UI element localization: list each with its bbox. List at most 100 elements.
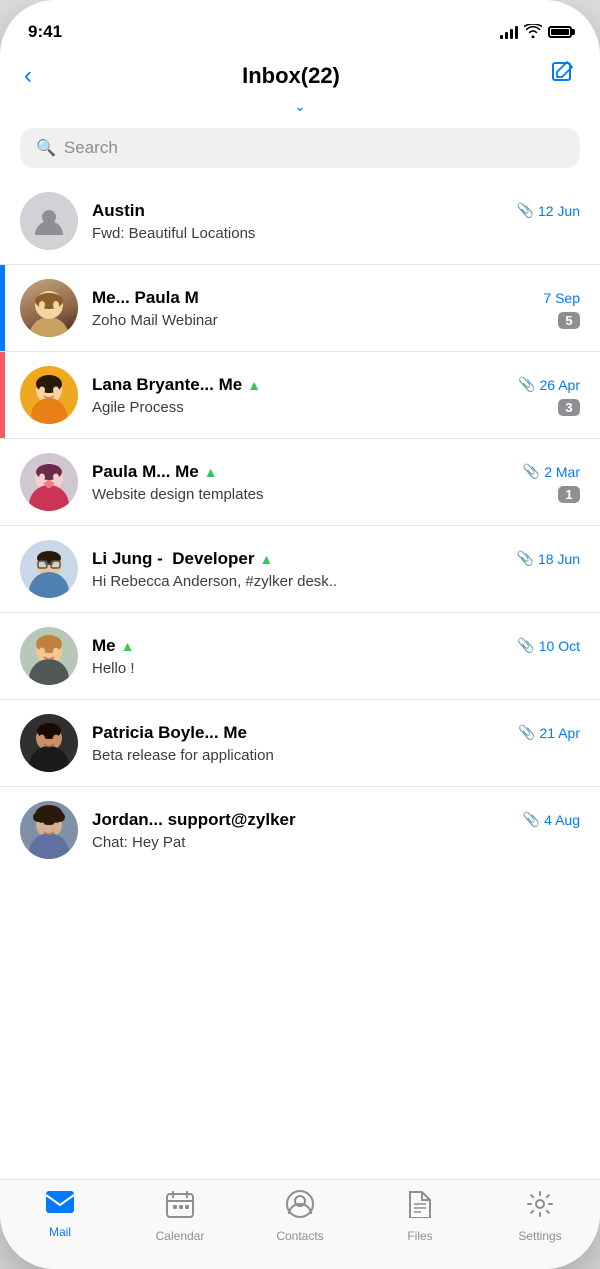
email-subject: Hello ! (92, 660, 580, 677)
email-meta: 📎 18 Jun (517, 550, 580, 567)
bottom-nav: Mail Calendar (0, 1179, 600, 1269)
email-date: 21 Apr (540, 725, 580, 741)
avatar (20, 714, 78, 772)
list-item[interactable]: Li Jung - Developer ▲ 📎 18 Jun Hi Rebecc… (0, 526, 600, 613)
email-subject: Beta release for application (92, 747, 580, 764)
signal-bar-1 (500, 35, 503, 39)
status-time: 9:41 (28, 22, 62, 42)
email-date: 26 Apr (540, 377, 580, 393)
nav-item-settings[interactable]: Settings (480, 1190, 600, 1243)
email-sender: Paula M... Me ▲ (92, 462, 218, 482)
wifi-icon (524, 24, 542, 41)
email-sender: Me ▲ (92, 636, 134, 656)
flag-icon: ▲ (204, 464, 218, 480)
email-count-badge: 3 (558, 399, 580, 416)
email-subject: Website design templates (92, 486, 263, 503)
email-subject: Agile Process (92, 399, 184, 416)
list-item[interactable]: Me... Paula M 7 Sep Zoho Mail Webinar 5 (0, 265, 600, 352)
email-content: Li Jung - Developer ▲ 📎 18 Jun Hi Rebecc… (92, 549, 580, 590)
nav-item-contacts[interactable]: Contacts (240, 1190, 360, 1243)
main-content: ‹ Inbox(22) ⌄ 🔍 Search (0, 50, 600, 1179)
email-top-row: Me... Paula M 7 Sep (92, 288, 580, 308)
email-subject: Chat: Hey Pat (92, 834, 580, 851)
email-date: 4 Aug (544, 812, 580, 828)
calendar-icon (166, 1190, 194, 1225)
status-bar: 9:41 (0, 0, 600, 50)
attachment-icon: 📎 (517, 637, 534, 654)
email-subject: Zoho Mail Webinar (92, 312, 218, 329)
email-list: Austin 📎 12 Jun Fwd: Beautiful Locations (0, 178, 600, 873)
email-content: Me ▲ 📎 10 Oct Hello ! (92, 636, 580, 677)
inbox-title: Inbox(22) (242, 63, 340, 89)
settings-icon (526, 1190, 554, 1225)
status-icons (500, 24, 572, 41)
nav-label-contacts: Contacts (276, 1229, 323, 1243)
email-sender: Li Jung - Developer ▲ (92, 549, 273, 569)
signal-bar-2 (505, 32, 508, 39)
list-item[interactable]: Lana Bryante... Me ▲ 📎 26 Apr Agile Proc… (0, 352, 600, 439)
email-meta: 7 Sep (543, 290, 580, 306)
attachment-icon: 📎 (523, 463, 540, 480)
avatar (20, 279, 78, 337)
phone-frame: 9:41 ‹ In (0, 0, 600, 1269)
list-item[interactable]: Me ▲ 📎 10 Oct Hello ! (0, 613, 600, 700)
battery-fill (551, 29, 569, 35)
email-date: 2 Mar (544, 464, 580, 480)
email-content: Me... Paula M 7 Sep Zoho Mail Webinar 5 (92, 288, 580, 329)
compose-button[interactable] (550, 60, 576, 92)
list-item[interactable]: Jordan... support@zylker 📎 4 Aug Chat: H… (0, 787, 600, 873)
list-item[interactable]: Patricia Boyle... Me 📎 21 Apr Beta relea… (0, 700, 600, 787)
search-input[interactable]: Search (64, 138, 118, 158)
list-item[interactable]: Paula M... Me ▲ 📎 2 Mar Website design t… (0, 439, 600, 526)
email-meta: 📎 2 Mar (523, 463, 580, 480)
attachment-icon: 📎 (518, 376, 535, 393)
search-icon: 🔍 (36, 138, 56, 158)
attachment-icon: 📎 (523, 811, 540, 828)
email-top-row: Paula M... Me ▲ 📎 2 Mar (92, 462, 580, 482)
back-button[interactable]: ‹ (24, 62, 32, 90)
email-meta: 📎 10 Oct (517, 637, 580, 654)
attachment-icon: 📎 (517, 202, 534, 219)
email-date: 18 Jun (538, 551, 580, 567)
unread-accent (0, 352, 5, 438)
email-top-row: Jordan... support@zylker 📎 4 Aug (92, 810, 580, 830)
flag-icon: ▲ (121, 638, 135, 654)
email-subject: Fwd: Beautiful Locations (92, 225, 580, 242)
email-content: Patricia Boyle... Me 📎 21 Apr Beta relea… (92, 723, 580, 764)
email-content: Austin 📎 12 Jun Fwd: Beautiful Locations (92, 201, 580, 242)
avatar (20, 453, 78, 511)
header-chevron[interactable]: ⌄ (0, 98, 600, 122)
nav-label-files: Files (407, 1229, 432, 1243)
email-top-row: Austin 📎 12 Jun (92, 201, 580, 221)
email-meta: 📎 21 Apr (518, 724, 580, 741)
email-sender: Lana Bryante... Me ▲ (92, 375, 261, 395)
avatar (20, 192, 78, 250)
avatar (20, 366, 78, 424)
email-sender: Austin (92, 201, 145, 221)
nav-label-settings: Settings (518, 1229, 561, 1243)
signal-bars-icon (500, 25, 518, 39)
contacts-icon (286, 1190, 314, 1225)
email-meta: 📎 26 Apr (518, 376, 580, 393)
list-item[interactable]: Austin 📎 12 Jun Fwd: Beautiful Locations (0, 178, 600, 265)
attachment-icon: 📎 (517, 550, 534, 567)
email-content: Lana Bryante... Me ▲ 📎 26 Apr Agile Proc… (92, 375, 580, 416)
nav-item-calendar[interactable]: Calendar (120, 1190, 240, 1243)
search-bar[interactable]: 🔍 Search (20, 128, 580, 168)
email-sender: Jordan... support@zylker (92, 810, 296, 830)
email-date: 12 Jun (538, 203, 580, 219)
nav-item-files[interactable]: Files (360, 1190, 480, 1243)
email-top-row: Li Jung - Developer ▲ 📎 18 Jun (92, 549, 580, 569)
search-bar-container: 🔍 Search (0, 122, 600, 178)
email-sender: Me... Paula M (92, 288, 199, 308)
signal-bar-4 (515, 26, 518, 39)
unread-accent (0, 265, 5, 351)
flag-icon: ▲ (247, 377, 261, 393)
nav-label-calendar: Calendar (156, 1229, 205, 1243)
nav-item-mail[interactable]: Mail (0, 1190, 120, 1239)
email-meta: 📎 4 Aug (523, 811, 580, 828)
chevron-down-icon: ⌄ (294, 98, 306, 114)
attachment-icon: 📎 (518, 724, 535, 741)
email-top-row: Me ▲ 📎 10 Oct (92, 636, 580, 656)
avatar (20, 627, 78, 685)
